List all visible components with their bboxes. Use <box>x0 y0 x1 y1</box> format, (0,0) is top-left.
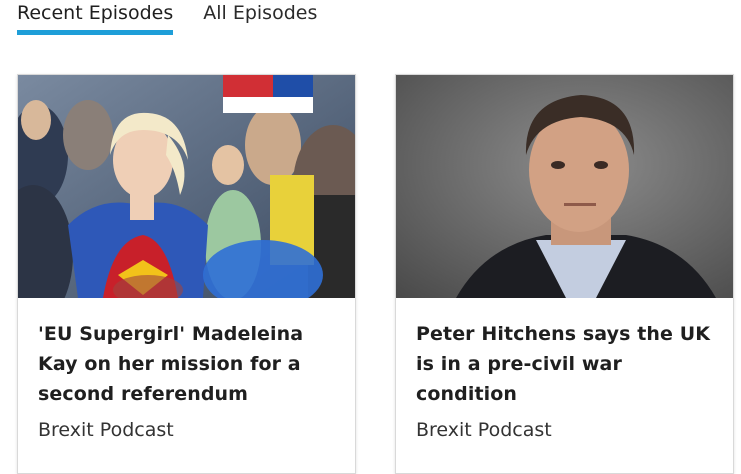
episode-card[interactable]: Peter Hitchens says the UK is in a pre-c… <box>395 74 734 474</box>
episode-thumbnail-protest-photo <box>18 75 355 298</box>
episode-podcast-name: Brexit Podcast <box>38 419 174 441</box>
episode-podcast-name: Brexit Podcast <box>416 419 552 441</box>
episode-title[interactable]: Peter Hitchens says the UK is in a pre-c… <box>416 319 717 409</box>
episode-tabs: Recent Episodes All Episodes <box>17 0 317 36</box>
episode-thumbnail-portrait-photo <box>396 75 733 298</box>
episode-title[interactable]: 'EU Supergirl' Madeleina Kay on her miss… <box>38 319 339 409</box>
tab-recent-episodes[interactable]: Recent Episodes <box>17 0 174 35</box>
episode-card[interactable]: 'EU Supergirl' Madeleina Kay on her miss… <box>17 74 356 474</box>
tab-all-episodes[interactable]: All Episodes <box>203 0 317 30</box>
